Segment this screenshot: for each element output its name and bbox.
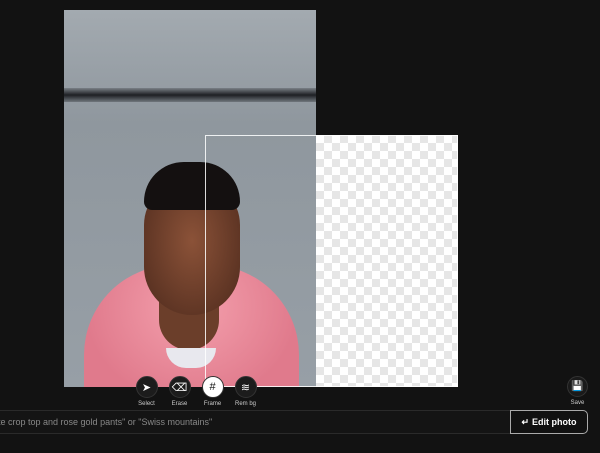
prompt-input[interactable] (0, 417, 515, 427)
enter-icon: ↵ (521, 416, 530, 427)
tool-bar: ➤ Select ⌫ Erase # Frame ≋ Rem bg (134, 376, 258, 407)
tool-remove-bg[interactable]: ≋ Rem bg (233, 376, 258, 407)
frame-selection[interactable] (205, 135, 458, 387)
floppy-disk-icon: 💾 (567, 376, 588, 397)
save-button[interactable]: 💾 Save (567, 376, 588, 406)
prompt-bar (0, 410, 516, 434)
tool-frame[interactable]: # Frame (200, 376, 225, 407)
cursor-icon: ➤ (135, 376, 158, 398)
tool-select[interactable]: ➤ Select (134, 376, 159, 407)
edit-photo-button[interactable]: ↵ Edit photo (510, 410, 588, 434)
layers-icon: ≋ (234, 376, 257, 398)
wall-shadow (64, 88, 316, 102)
eraser-icon: ⌫ (168, 376, 191, 398)
frame-icon: # (201, 376, 224, 398)
tool-erase[interactable]: ⌫ Erase (167, 376, 192, 407)
